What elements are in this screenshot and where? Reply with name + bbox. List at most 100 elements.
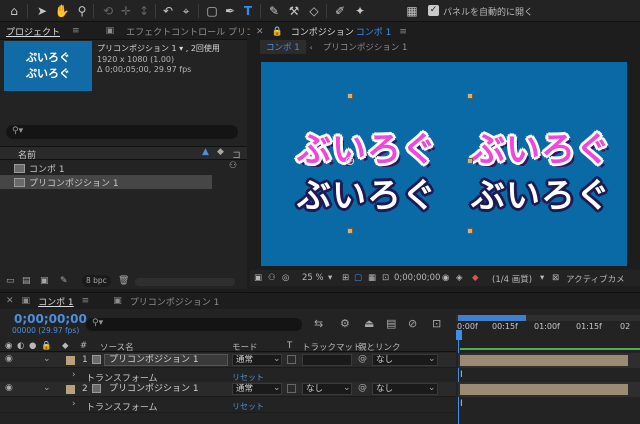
transform-handle[interactable]: [347, 228, 353, 234]
comp-canvas[interactable]: ぶいろぐ ぶいろぐ ぶいろぐ ぶいろぐ: [261, 62, 627, 266]
selection-tool-icon[interactable]: ➤: [34, 3, 50, 19]
draft-3d-icon[interactable]: ⚇: [268, 273, 276, 283]
chevron-down-icon[interactable]: ⌄: [43, 383, 51, 393]
pen-tool-icon[interactable]: ✒: [222, 3, 238, 19]
subtab-comp1[interactable]: コンポ 1: [260, 40, 306, 54]
rectangle-tool-icon[interactable]: ▢: [204, 3, 220, 19]
eye-icon[interactable]: ◉: [5, 354, 13, 364]
label-column-icon[interactable]: ◆: [217, 147, 224, 157]
lock-icon[interactable]: 🔒: [270, 27, 285, 37]
work-area-range[interactable]: [458, 315, 526, 321]
timeline-menu-icon[interactable]: ≡: [80, 296, 92, 306]
anchor-point-icon[interactable]: ⊕: [343, 155, 357, 169]
transform-handle[interactable]: [347, 93, 353, 99]
bpc-button[interactable]: 8 bpc: [82, 275, 111, 287]
label-color-swatch[interactable]: [66, 385, 75, 394]
reset-link[interactable]: リセット: [232, 401, 264, 412]
anchor-point-tool-icon[interactable]: ⌖: [178, 3, 194, 19]
close-icon[interactable]: ✕: [0, 296, 20, 306]
orbit-camera-icon[interactable]: ⟲: [100, 3, 116, 19]
hand-tool-icon[interactable]: ✋: [54, 3, 70, 19]
track-matte-dropdown[interactable]: [302, 354, 352, 366]
playhead[interactable]: [456, 330, 462, 340]
layer-2-duration-bar[interactable]: [460, 384, 628, 395]
camera-view-dropdown[interactable]: アクティブカメ: [566, 273, 625, 285]
flowchart-icon[interactable]: ⚇: [229, 161, 237, 171]
zoom-dropdown[interactable]: 25 %: [302, 273, 324, 283]
interpret-footage-icon[interactable]: ▭: [6, 276, 15, 286]
rotation-tool-icon[interactable]: ↶: [160, 3, 176, 19]
tab-project[interactable]: プロジェクト: [0, 25, 66, 38]
composition-icon: [14, 177, 25, 187]
subtab-precomp1[interactable]: プリコンポジション 1: [317, 41, 414, 53]
magnification-icon[interactable]: ▣: [254, 273, 262, 283]
close-icon[interactable]: ✕: [250, 27, 270, 37]
label-color-swatch[interactable]: [66, 356, 75, 365]
new-comp-icon[interactable]: ▣: [40, 276, 49, 286]
frame-blending-icon[interactable]: ▤: [386, 317, 396, 330]
chevron-right-icon[interactable]: ›: [72, 399, 76, 409]
project-item-comp1[interactable]: コンポ 1 ⚇: [0, 161, 247, 175]
shy-layers-icon[interactable]: ⏏: [364, 317, 374, 330]
show-snapshot-icon[interactable]: ◈: [456, 273, 463, 283]
roto-brush-tool-icon[interactable]: ✐: [332, 3, 348, 19]
transform-handle[interactable]: [467, 228, 473, 234]
name-column-label: 名前: [18, 151, 37, 161]
transparency-grid-icon[interactable]: ▦: [368, 273, 376, 283]
zoom-tool-icon[interactable]: ⚲: [74, 3, 90, 19]
snapshot-icon[interactable]: ◉: [442, 273, 449, 283]
project-scrollbar[interactable]: [135, 278, 235, 286]
canvas-text-pink-right: ぶいろぐ: [471, 130, 611, 170]
channel-icon[interactable]: ◆: [472, 273, 479, 283]
home-icon[interactable]: ⌂: [6, 3, 22, 19]
tab-timeline-comp1[interactable]: コンポ 1: [32, 295, 80, 308]
pick-whip-icon[interactable]: @: [358, 383, 367, 393]
composition-mini-flowchart-icon[interactable]: ⇆: [314, 317, 323, 330]
clone-stamp-tool-icon[interactable]: ⚒: [286, 3, 302, 19]
layer-name[interactable]: プリコンポジション 1: [104, 354, 228, 366]
preserve-transparency-checkbox[interactable]: [287, 384, 296, 393]
brush-tool-icon[interactable]: ✎: [266, 3, 282, 19]
timecode-display[interactable]: 0;00;00;00: [394, 273, 440, 283]
region-of-interest-icon[interactable]: ▢: [354, 273, 362, 283]
layer-1-duration-bar[interactable]: [460, 355, 628, 366]
settings-icon[interactable]: ✎: [60, 276, 68, 286]
sort-arrow-icon[interactable]: ▲: [202, 147, 209, 157]
transform-handle[interactable]: [467, 158, 473, 164]
mask-visibility-icon[interactable]: ◎: [282, 273, 289, 283]
tab-composition[interactable]: コンポジション: [285, 25, 356, 38]
pan-camera-icon[interactable]: ✛: [118, 3, 134, 19]
dolly-camera-icon[interactable]: ↕: [136, 3, 152, 19]
tab-comp-name[interactable]: コンポ 1: [356, 25, 398, 38]
project-item-precomp1[interactable]: プリコンポジション 1: [0, 175, 212, 189]
transform-row-2[interactable]: [0, 398, 456, 413]
trash-icon[interactable]: 🗑: [118, 276, 129, 286]
viewer-menu-icon[interactable]: ≡: [397, 27, 409, 37]
current-time-display[interactable]: 0;00;00;00: [14, 312, 87, 326]
project-search-input[interactable]: ⚲▾: [6, 125, 238, 139]
pick-whip-icon[interactable]: @: [358, 354, 367, 364]
graph-editor-icon[interactable]: ⊡: [432, 317, 441, 330]
grid-icon[interactable]: ⊡: [382, 273, 389, 283]
timeline-search-input[interactable]: ⚲▾: [86, 318, 302, 331]
layer-name[interactable]: プリコンポジション 1: [104, 383, 228, 395]
chevron-right-icon[interactable]: ›: [72, 370, 76, 380]
tab-effect-controls[interactable]: エフェクトコントロール プリコン: [120, 25, 270, 38]
eye-icon[interactable]: ◉: [5, 383, 13, 393]
preserve-transparency-checkbox[interactable]: [287, 355, 296, 364]
eraser-tool-icon[interactable]: ◇: [306, 3, 322, 19]
type-tool-icon[interactable]: T: [240, 3, 256, 19]
auto-open-checkbox[interactable]: ✓: [428, 5, 439, 16]
motion-blur-icon[interactable]: ⊘: [408, 317, 417, 330]
tab-timeline-precomp1[interactable]: プリコンポジション 1: [124, 295, 226, 308]
project-menu-icon[interactable]: ≡: [66, 26, 86, 36]
draft-3d-toggle-icon[interactable]: ⚙: [340, 317, 350, 330]
new-folder-icon[interactable]: ▤: [22, 276, 31, 286]
chevron-down-icon[interactable]: ⌄: [43, 354, 51, 364]
resolution-dropdown[interactable]: (1/4 画質): [492, 273, 532, 285]
snapping-icon[interactable]: ▦: [404, 3, 420, 19]
transform-handle[interactable]: [467, 93, 473, 99]
puppet-tool-icon[interactable]: ✦: [352, 3, 368, 19]
fast-preview-icon[interactable]: ⊠: [552, 273, 559, 283]
fit-icon[interactable]: ⊞: [342, 273, 349, 283]
